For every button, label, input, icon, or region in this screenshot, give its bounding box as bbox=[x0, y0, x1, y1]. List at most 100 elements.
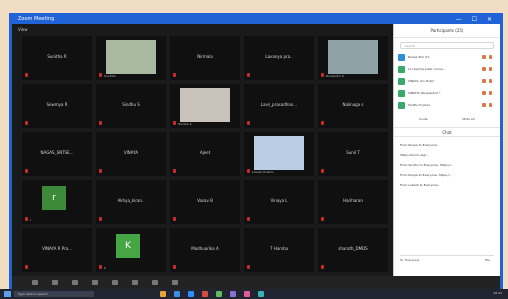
avatar: K bbox=[116, 234, 140, 258]
participant-tile[interactable]: Sunitha R bbox=[22, 36, 92, 80]
app-icon[interactable] bbox=[202, 291, 208, 297]
muted-mic-icon bbox=[99, 265, 102, 269]
participant-row[interactable]: SINDHU (Roopashri) * bbox=[398, 89, 496, 99]
control-icon[interactable] bbox=[132, 280, 138, 285]
browser-icon[interactable] bbox=[174, 291, 180, 297]
windows-start-icon[interactable] bbox=[4, 291, 11, 297]
control-icon[interactable] bbox=[52, 280, 58, 285]
control-icon[interactable] bbox=[172, 280, 178, 285]
taskbar-apps bbox=[160, 291, 264, 297]
control-icon[interactable] bbox=[32, 280, 38, 285]
avatar bbox=[398, 90, 405, 97]
taskbar-search-input[interactable]: Type here to search bbox=[14, 291, 94, 297]
participant-tile[interactable]: Sunitha bbox=[96, 36, 166, 80]
participant-label: Sunitha bbox=[104, 74, 116, 78]
participant-name: Nirmala bbox=[197, 54, 213, 59]
participant-tile[interactable]: Madhuarika A bbox=[170, 228, 240, 272]
chat-input[interactable]: To: Everyone File bbox=[400, 255, 494, 264]
participant-row[interactable]: Sindhu H Joker bbox=[398, 101, 496, 111]
participant-tile[interactable]: Lavanya pra.. bbox=[244, 36, 314, 80]
participant-tile[interactable]: Nirmala bbox=[170, 36, 240, 80]
app-icon[interactable] bbox=[216, 291, 222, 297]
app-icon[interactable] bbox=[230, 291, 236, 297]
participant-tile[interactable]: KK bbox=[96, 228, 166, 272]
participant-row[interactable]: VINAYA (Co-Host) bbox=[398, 77, 496, 87]
control-icon[interactable] bbox=[112, 280, 118, 285]
participant-name: Sowmya R bbox=[46, 102, 68, 107]
app-icon[interactable] bbox=[258, 291, 264, 297]
participant-tile[interactable]: Akhya_kiran.. bbox=[96, 180, 166, 224]
participant-tile[interactable]: Sunil T bbox=[318, 132, 388, 176]
participant-tile[interactable]: Vinaya L bbox=[244, 180, 314, 224]
video-feed bbox=[106, 40, 156, 74]
participant-name: SINDHU (Roopashri) * bbox=[408, 91, 441, 95]
participant-name: Hariharan bbox=[343, 198, 363, 203]
zoom-window: Zoom Meeting — ☐ ✕ View Sunitha R Sunitha… bbox=[9, 13, 503, 289]
chat-message: From Sindhu to Everyone: https://... bbox=[400, 163, 454, 167]
app-icon[interactable] bbox=[244, 291, 250, 297]
participant-tile[interactable]: Lokesh Prabhu bbox=[244, 132, 314, 176]
participant-search-input[interactable]: Search bbox=[400, 42, 494, 49]
muted-mic-icon bbox=[99, 121, 102, 125]
folder-icon[interactable] bbox=[160, 291, 166, 297]
chat-message: https://zoom.us/j/... bbox=[400, 153, 430, 157]
muted-mic-icon bbox=[489, 103, 492, 107]
muted-mic-icon bbox=[489, 79, 492, 83]
muted-mic-icon bbox=[321, 73, 324, 77]
chat-recipient[interactable]: To: Everyone bbox=[400, 258, 419, 262]
muted-mic-icon bbox=[321, 169, 324, 173]
control-icon[interactable] bbox=[92, 280, 98, 285]
invite-button[interactable]: Invite bbox=[419, 117, 427, 121]
muted-mic-icon bbox=[247, 169, 250, 173]
participant-tile[interactable]: sharath_DMDS bbox=[318, 228, 388, 272]
participant-tile[interactable]: VINAYA bbox=[96, 132, 166, 176]
participant-name: Nalinaga s bbox=[342, 102, 364, 107]
muted-mic-icon bbox=[489, 67, 492, 71]
view-button[interactable]: View bbox=[18, 27, 28, 32]
participant-name: T Harsha bbox=[270, 246, 288, 251]
zoom-icon[interactable] bbox=[188, 291, 194, 297]
participant-name: VINAYA R Pra... bbox=[42, 246, 72, 251]
chat-header: Chat bbox=[394, 127, 500, 137]
muted-mic-icon bbox=[25, 73, 28, 77]
participant-name: Madhuarika A bbox=[191, 246, 219, 251]
participant-row[interactable]: Lo rav(me) Joker conne... bbox=[398, 65, 496, 75]
mute-all-button[interactable]: Mute All bbox=[462, 117, 474, 121]
participant-tile[interactable]: Ajeet bbox=[170, 132, 240, 176]
muted-mic-icon bbox=[321, 217, 324, 221]
participant-name: Ajeet bbox=[199, 150, 211, 155]
participant-tile[interactable]: Nalinaga s bbox=[318, 84, 388, 128]
taskbar: Type here to search 10:41 bbox=[0, 289, 508, 299]
control-icon[interactable] bbox=[72, 280, 78, 285]
muted-mic-icon bbox=[489, 91, 492, 95]
participant-label: r bbox=[30, 218, 32, 222]
participant-name: Roopa Shri (H... bbox=[408, 55, 432, 59]
muted-mic-icon bbox=[321, 121, 324, 125]
muted-mic-icon bbox=[25, 217, 28, 221]
avatar: r bbox=[42, 186, 66, 210]
participant-tile[interactable]: Harsha S bbox=[170, 84, 240, 128]
control-icon[interactable] bbox=[152, 280, 158, 285]
chat-section: Chat From Roopa to Everyone: https://zoom… bbox=[394, 127, 500, 187]
participant-tile[interactable]: Lavs_prasadhan... bbox=[244, 84, 314, 128]
muted-mic-icon bbox=[25, 265, 28, 269]
video-feed bbox=[328, 40, 378, 74]
file-button[interactable]: File bbox=[485, 258, 490, 262]
participant-tile[interactable]: Hariharan bbox=[318, 180, 388, 224]
participant-row[interactable]: Roopa Shri (H... bbox=[398, 53, 496, 63]
participant-tile[interactable]: T Harsha bbox=[244, 228, 314, 272]
participant-tile[interactable]: Roopashri K bbox=[318, 36, 388, 80]
participant-tile[interactable]: NAGAS_SNTSE... bbox=[22, 132, 92, 176]
video-off-icon bbox=[482, 67, 486, 71]
participant-tile[interactable]: rr bbox=[22, 180, 92, 224]
participant-tile[interactable]: VINAYA R Pra... bbox=[22, 228, 92, 272]
muted-mic-icon bbox=[173, 265, 176, 269]
participant-tile[interactable]: Sindhu S bbox=[96, 84, 166, 128]
participant-name: Sunitha R bbox=[47, 54, 67, 59]
avatar bbox=[398, 102, 405, 109]
participant-label: Harsha S bbox=[178, 122, 192, 126]
window-controls[interactable]: — ☐ ✕ bbox=[456, 15, 496, 24]
participant-tile[interactable]: Sowmya R bbox=[22, 84, 92, 128]
muted-mic-icon bbox=[173, 217, 176, 221]
participant-tile[interactable]: Vasav B bbox=[170, 180, 240, 224]
